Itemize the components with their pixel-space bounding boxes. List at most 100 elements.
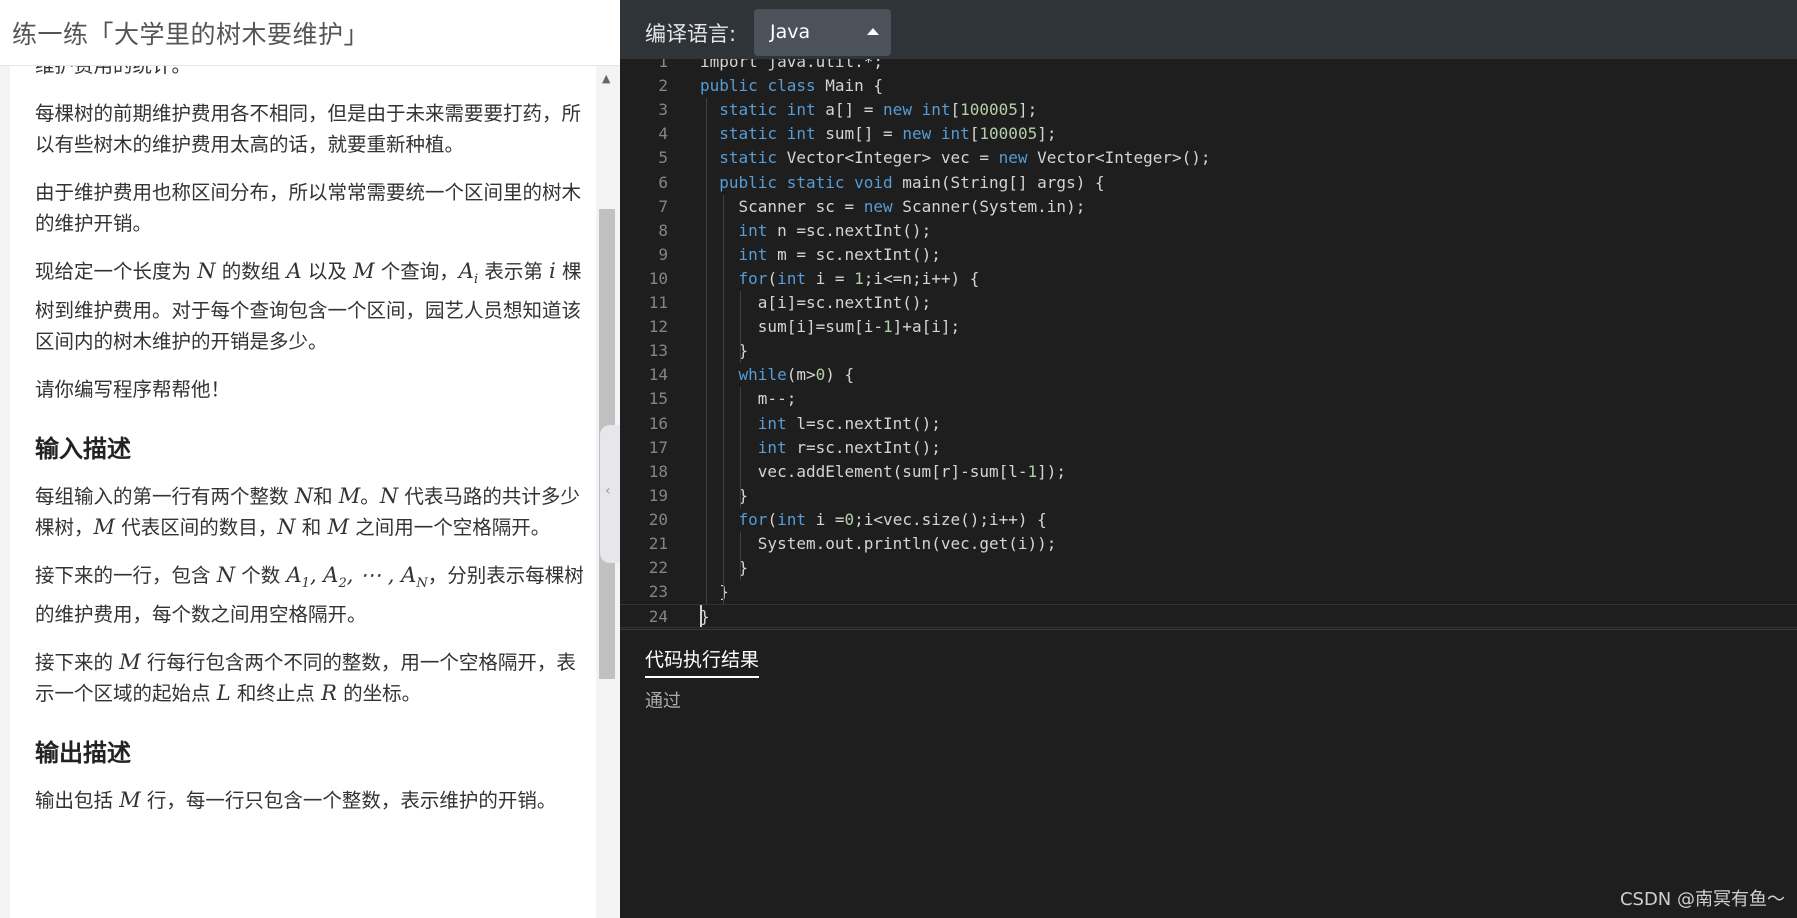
editor-panel: 编译语言: Java 1 import java.util.*; 2 public c…	[620, 0, 1797, 918]
input-second-line: 接下来的一行，包含 N 个数 A1, A2, ⋯ , AN，分别表示每棵树的维护…	[35, 563, 584, 627]
editor-toolbar: 编译语言: Java	[620, 0, 1797, 66]
line-number: 18	[648, 461, 668, 481]
problem-panel: 练一练「大学里的树木要维护」 维护费用的统计。 每棵树的前期维护费用各不相同，但…	[0, 0, 622, 918]
code-text: public class Main {	[700, 76, 884, 96]
code-text: int n =sc.nextInt();	[738, 220, 932, 240]
code-line[interactable]: 4 static int sum[] = new int[100005];	[620, 122, 1797, 146]
code-line[interactable]: 20 for(int i =0;i<vec.size();i++) {	[620, 508, 1797, 532]
code-line[interactable]: 19 }	[620, 484, 1797, 508]
code-line[interactable]: 23 }	[620, 580, 1797, 604]
indent-guide	[723, 194, 724, 605]
language-label: 编译语言:	[645, 22, 737, 46]
line-number: 10	[648, 268, 668, 288]
line-number: 13	[648, 341, 668, 361]
paragraph-cost-differ: 每棵树的前期维护费用各不相同，但是由于未来需要要打药，所以有些树木的维护费用太高…	[35, 102, 582, 156]
code-line[interactable]: 17 int r=sc.nextInt();	[620, 436, 1797, 460]
code-line[interactable]: 9 int m = sc.nextInt();	[620, 243, 1797, 267]
tab-execution-result[interactable]: 代码执行结果	[645, 645, 760, 678]
scroll-up-arrow-icon[interactable]: ▲	[602, 72, 610, 85]
line-number: 17	[648, 437, 668, 457]
code-text: Scanner sc = new Scanner(System.in);	[700, 196, 1086, 216]
code-text: public static void main(String[] args) {	[719, 172, 1105, 192]
watermark: CSDN @南冥有鱼～	[1619, 889, 1785, 910]
code-text: static Vector<Integer> vec = new Vector<…	[719, 148, 1211, 168]
code-text: int m = sc.nextInt();	[738, 244, 941, 264]
indent-guide	[740, 532, 741, 581]
indent-guide	[706, 98, 707, 605]
code-line[interactable]: 21 System.out.println(vec.get(i));	[620, 532, 1797, 556]
code-line[interactable]: 16 int l=sc.nextInt();	[620, 412, 1797, 436]
line-number: 21	[648, 534, 668, 553]
line-number: 12	[648, 317, 668, 337]
code-line[interactable]: 13 }	[620, 339, 1797, 363]
output-heading: 输出描述	[35, 739, 131, 768]
input-query-lines: 接下来的 M 行每行包含两个不同的整数，用一个空格隔开，表示一个区域的起始点 L…	[35, 650, 576, 706]
line-number: 23	[648, 582, 668, 602]
caret-up-icon	[867, 28, 879, 35]
code-editor[interactable]: 1 import java.util.*; 2 public class Main {…	[620, 59, 1797, 630]
code-line[interactable]: 12 sum[i]=sum[i-1]+a[i];	[620, 315, 1797, 339]
line-number: 3	[658, 100, 668, 120]
line-number: 2	[658, 76, 668, 96]
code-text: for(int i =0;i<vec.size();i++) {	[738, 509, 1047, 529]
line-number: 20	[648, 509, 668, 529]
line-number: 7	[658, 196, 668, 216]
indent-guide	[740, 291, 741, 364]
line-number: 5	[658, 148, 668, 168]
line-number: 24	[648, 607, 668, 627]
editor-divider[interactable]	[620, 629, 1797, 630]
problem-description-content: 维护费用的统计。 每棵树的前期维护费用各不相同，但是由于未来需要要打药，所以有些…	[35, 66, 585, 833]
line-number: 1	[658, 59, 668, 71]
problem-header: 练一练「大学里的树木要维护」	[0, 0, 620, 66]
code-line[interactable]: 14 while(m>0) {	[620, 363, 1797, 387]
code-text: a[i]=sc.nextInt();	[700, 293, 932, 312]
code-line[interactable]: 2 public class Main {	[620, 74, 1797, 98]
code-line[interactable]: 24}	[620, 604, 1797, 629]
input-heading: 输入描述	[35, 435, 131, 464]
code-line[interactable]: 7 Scanner sc = new Scanner(System.in);	[620, 195, 1797, 219]
code-line[interactable]: 8 int n =sc.nextInt();	[620, 219, 1797, 243]
code-line[interactable]: 18 vec.addElement(sum[r]-sum[l-1]);	[620, 460, 1797, 484]
line-number: 11	[648, 293, 668, 312]
text-cursor	[700, 605, 702, 628]
line-number: 4	[658, 124, 668, 144]
code-line[interactable]: 5 static Vector<Integer> vec = new Vecto…	[620, 146, 1797, 170]
code-text: int r=sc.nextInt();	[757, 437, 941, 457]
collapse-panel-button[interactable]: ‹	[600, 425, 622, 563]
problem-title: 练一练「大学里的树木要维护」	[12, 20, 370, 49]
line-number: 15	[648, 389, 668, 409]
line-number: 16	[648, 413, 668, 433]
code-text: vec.addElement(sum[r]-sum[l-1]);	[700, 461, 1067, 481]
code-line[interactable]: 22 }	[620, 556, 1797, 580]
chevron-left-icon: ‹	[605, 483, 611, 499]
output-description: 输出包括 M 行，每一行只包含一个整数，表示维护的开销。	[35, 788, 557, 813]
input-first-line: 每组输入的第一行有两个整数 N和 M。N 代表马路的共计多少棵树，M 代表区间的…	[35, 484, 580, 540]
paragraph-given-array: 现给定一个长度为 N 的数组 A 以及 M 个查询，Ai 表示第 i 棵树到维护…	[35, 259, 582, 354]
language-select-value: Java	[770, 21, 811, 43]
line-number: 8	[658, 220, 668, 240]
paragraph-cost-statistics: 维护费用的统计。	[35, 66, 585, 81]
code-text: }	[700, 582, 729, 602]
line-number: 9	[658, 244, 668, 264]
code-text: import java.util.*;	[700, 59, 884, 71]
line-number: 22	[648, 558, 668, 578]
paragraph-interval: 由于维护费用也称区间分布，所以常常需要统一个区间里的树木的维护开销。	[35, 181, 582, 235]
problem-description[interactable]: 维护费用的统计。 每棵树的前期维护费用各不相同，但是由于未来需要要打药，所以有些…	[10, 66, 596, 918]
code-line[interactable]: 15 m--;	[620, 387, 1797, 411]
code-text: m--;	[700, 389, 797, 409]
code-line[interactable]: 6 public static void main(String[] args)…	[620, 171, 1797, 195]
code-line[interactable]: 1 import java.util.*;	[620, 59, 1797, 74]
language-select[interactable]: Java	[754, 9, 891, 56]
code-line[interactable]: 3 static int a[] = new int[100005];	[620, 98, 1797, 122]
line-number: 19	[648, 485, 668, 505]
code-line[interactable]: 10 for(int i = 1;i<=n;i++) {	[620, 267, 1797, 291]
code-text: static int a[] = new int[100005];	[719, 100, 1038, 120]
code-text: int l=sc.nextInt();	[757, 413, 941, 433]
code-line[interactable]: 11 a[i]=sc.nextInt();	[620, 291, 1797, 315]
code-text: System.out.println(vec.get(i));	[700, 534, 1057, 553]
indent-guide	[740, 387, 741, 508]
paragraph-help: 请你编写程序帮帮他！	[35, 378, 231, 402]
code-text: static int sum[] = new int[100005];	[719, 124, 1057, 144]
line-number: 6	[658, 172, 668, 192]
line-number: 14	[648, 365, 668, 385]
